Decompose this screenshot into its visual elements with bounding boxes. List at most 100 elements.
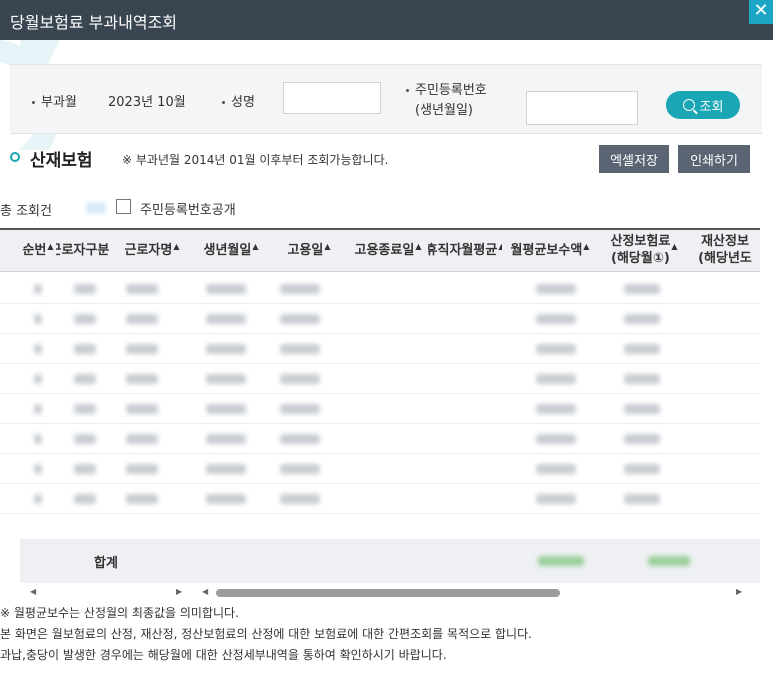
column-header[interactable]: 순번 ▲ bbox=[20, 230, 56, 272]
window-title: 당월보험료 부과내역조회 bbox=[10, 13, 178, 32]
column-header[interactable]: 생년월일 ▲ bbox=[192, 230, 270, 272]
sort-icon[interactable]: ▲ bbox=[47, 242, 53, 252]
table-row[interactable] bbox=[0, 454, 760, 484]
masked-cell bbox=[536, 404, 576, 414]
scroll-right-icon[interactable]: ▶ bbox=[736, 587, 742, 596]
masked-cell bbox=[74, 434, 96, 444]
column-header[interactable]: 근로자명 ▲ bbox=[112, 230, 192, 272]
masked-cell bbox=[126, 314, 158, 324]
masked-cell bbox=[34, 404, 42, 414]
masked-cell bbox=[34, 434, 42, 444]
masked-cell bbox=[536, 284, 576, 294]
masked-cell bbox=[126, 284, 158, 294]
column-header[interactable]: 고용일 ▲ bbox=[270, 230, 348, 272]
table-header: 순번▲근로자구분▲근로자명▲생년월일▲고용일▲고용종료일▲휴직자월평균▲월평균보… bbox=[0, 228, 760, 272]
masked-cell bbox=[536, 344, 576, 354]
table-row[interactable] bbox=[0, 304, 760, 334]
total-count-label: 총 조회건 bbox=[0, 204, 52, 219]
notes: ※ 월평균보수는 산정월의 최종값을 의미합니다. 본 화면은 월보험료의 산정… bbox=[0, 603, 532, 666]
masked-cell bbox=[34, 374, 42, 384]
masked-cell bbox=[280, 374, 320, 384]
sort-icon[interactable]: ▲ bbox=[324, 242, 330, 252]
search-panel: 부과월 2023년 10월 성명 주민등록번호 (생년월일) 조회 bbox=[10, 64, 762, 134]
masked-cell bbox=[74, 284, 96, 294]
rrn-disclose-label: 주민등록번호공개 bbox=[140, 203, 236, 218]
column-header[interactable]: 근로자구분▲ bbox=[56, 230, 110, 272]
search-button[interactable]: 조회 bbox=[666, 91, 740, 119]
masked-cell bbox=[536, 464, 576, 474]
column-header-label: 순번 bbox=[22, 242, 47, 258]
masked-cell bbox=[624, 464, 660, 474]
masked-cell bbox=[126, 374, 158, 384]
masked-cell bbox=[280, 404, 320, 414]
note-line: 과납,충당이 발생한 경우에는 해당월에 대한 산정세부내역을 통하여 확인하시… bbox=[0, 648, 447, 662]
column-header-label: 휴직자월평균 bbox=[428, 242, 498, 258]
horizontal-scrollbar[interactable]: ◀ ▶ ◀ ▶ bbox=[20, 585, 760, 601]
sort-icon[interactable]: ▲ bbox=[252, 242, 258, 252]
table-row[interactable] bbox=[0, 484, 760, 514]
masked-cell bbox=[206, 464, 246, 474]
sort-icon[interactable]: ▲ bbox=[173, 242, 179, 252]
column-header-label: 생년월일 bbox=[203, 242, 252, 258]
masked-cell bbox=[74, 464, 96, 474]
name-label: 성명 bbox=[222, 91, 255, 110]
masked-cell bbox=[206, 284, 246, 294]
column-header-label: 고용종료일 bbox=[354, 242, 415, 258]
masked-cell bbox=[280, 434, 320, 444]
masked-cell bbox=[74, 494, 96, 504]
month-label: 부과월 bbox=[32, 91, 77, 110]
table-row[interactable] bbox=[0, 274, 760, 304]
print-button[interactable]: 인쇄하기 bbox=[678, 145, 750, 173]
masked-cell bbox=[280, 314, 320, 324]
masked-cell bbox=[126, 434, 158, 444]
close-icon: ✕ bbox=[753, 0, 769, 21]
table-row[interactable] bbox=[0, 334, 760, 364]
rrn-label-sub: (생년월일) bbox=[415, 103, 473, 118]
column-header[interactable]: 휴직자월평균 ▲ bbox=[428, 230, 502, 272]
table-row[interactable] bbox=[0, 424, 760, 454]
name-input[interactable] bbox=[283, 82, 381, 114]
sort-icon[interactable]: ▲ bbox=[583, 242, 589, 252]
masked-cell bbox=[624, 404, 660, 414]
masked-cell bbox=[536, 434, 576, 444]
table-row[interactable] bbox=[0, 394, 760, 424]
scrollbar-thumb[interactable] bbox=[216, 589, 560, 597]
masked-cell bbox=[74, 374, 96, 384]
masked-cell bbox=[206, 344, 246, 354]
masked-cell bbox=[34, 494, 42, 504]
table-row[interactable] bbox=[0, 364, 760, 394]
section-note: ※ 부과년월 2014년 01월 이후부터 조회가능합니다. bbox=[122, 153, 389, 167]
masked-cell bbox=[624, 434, 660, 444]
column-header[interactable]: 고용종료일 ▲ bbox=[348, 230, 428, 272]
search-icon bbox=[682, 99, 695, 111]
masked-cell bbox=[206, 404, 246, 414]
close-button[interactable]: ✕ bbox=[749, 0, 773, 24]
column-header-label: 월평균보수액 bbox=[510, 242, 583, 258]
total-row: 합계 bbox=[20, 539, 760, 583]
scroll-left-icon[interactable]: ◀ bbox=[202, 587, 208, 596]
masked-cell bbox=[206, 374, 246, 384]
total-premium-value bbox=[648, 556, 690, 566]
scroll-left-icon[interactable]: ◀ bbox=[30, 587, 36, 596]
column-header-label: 산정보험료 (해당월①) bbox=[610, 234, 671, 266]
sort-icon[interactable]: ▲ bbox=[671, 242, 677, 252]
masked-cell bbox=[280, 464, 320, 474]
column-header[interactable]: 산정보험료 (해당월①) ▲ bbox=[598, 230, 690, 272]
sort-icon[interactable]: ▲ bbox=[415, 242, 421, 252]
masked-cell bbox=[624, 344, 660, 354]
scroll-right-icon[interactable]: ▶ bbox=[176, 587, 182, 596]
circle-bullet-icon bbox=[10, 152, 20, 162]
masked-cell bbox=[536, 374, 576, 384]
search-button-label: 조회 bbox=[699, 99, 724, 115]
masked-cell bbox=[206, 314, 246, 324]
excel-save-button[interactable]: 엑셀저장 bbox=[599, 145, 669, 173]
column-header-label: 근로자구분 bbox=[56, 242, 110, 258]
masked-cell bbox=[206, 434, 246, 444]
rrn-input[interactable] bbox=[526, 91, 638, 125]
masked-cell bbox=[126, 464, 158, 474]
column-header[interactable]: 월평균보수액 ▲ bbox=[502, 230, 598, 272]
note-line: ※ 월평균보수는 산정월의 최종값을 의미합니다. bbox=[0, 606, 239, 620]
column-header[interactable]: 재산정보 (해당년도 bbox=[690, 230, 760, 272]
rrn-disclose-checkbox[interactable] bbox=[116, 199, 131, 214]
masked-cell bbox=[536, 494, 576, 504]
